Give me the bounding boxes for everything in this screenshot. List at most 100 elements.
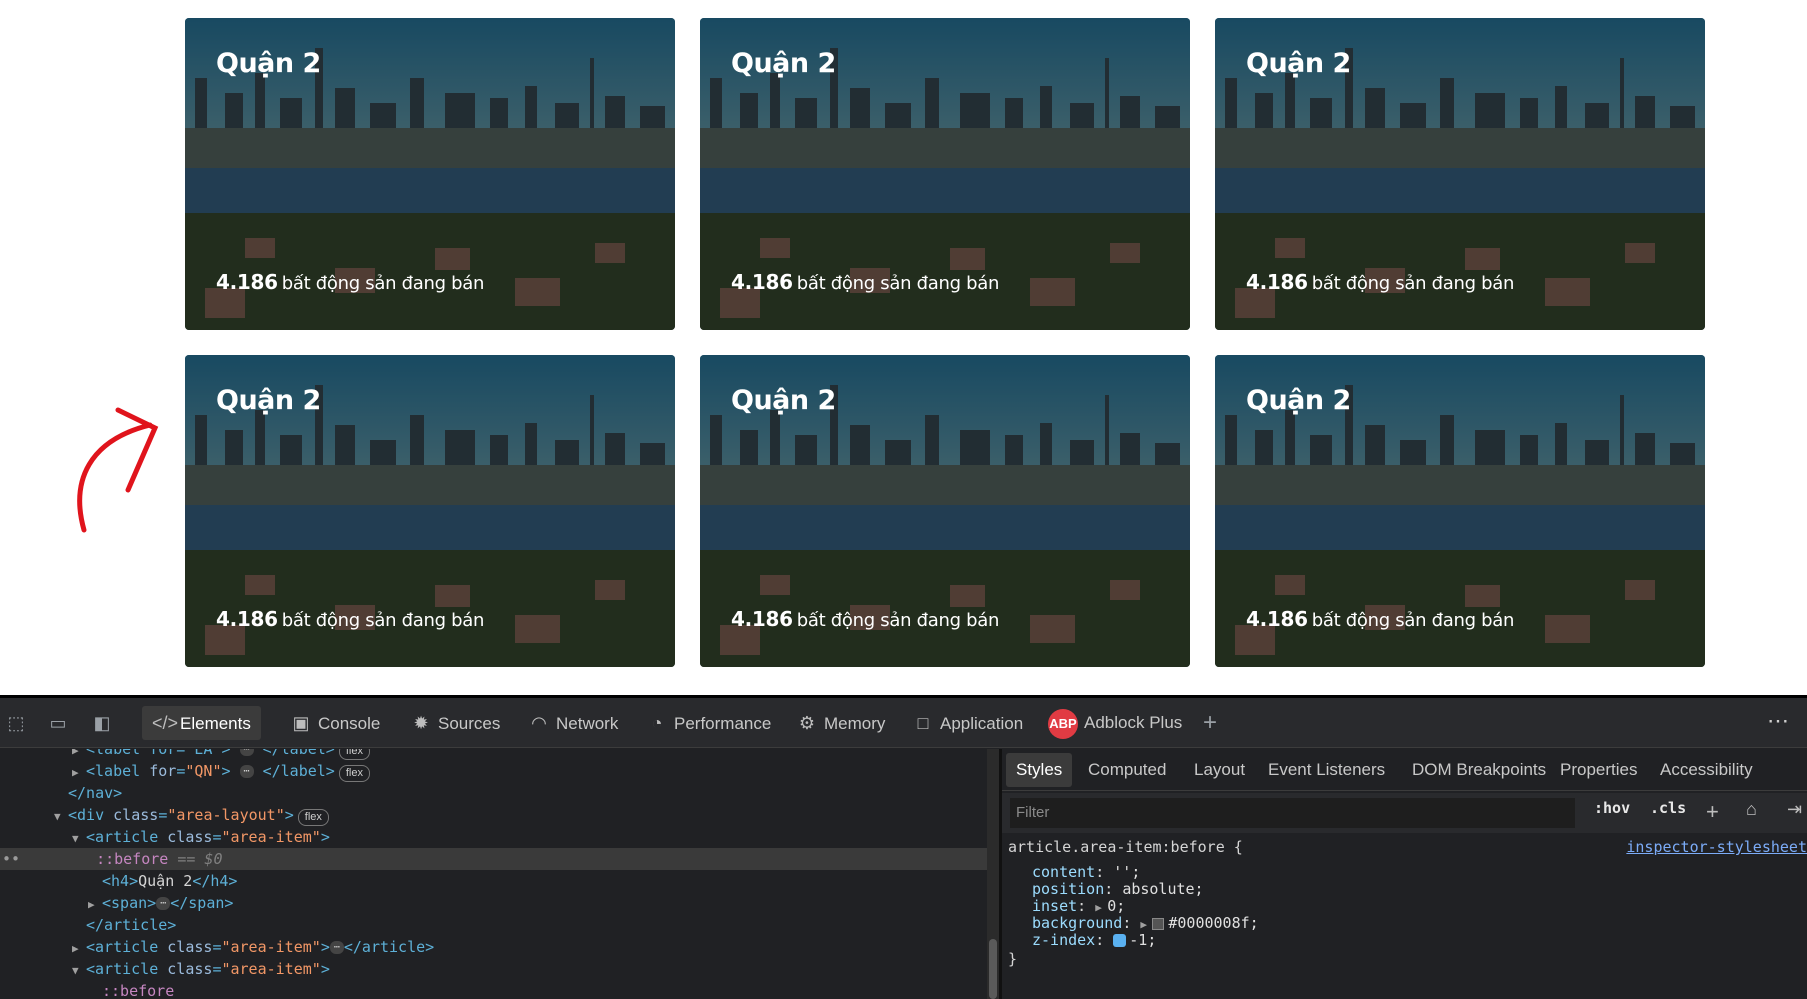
dom-node-article-close[interactable]: </article> (86, 914, 176, 936)
css-declaration[interactable]: z-index: -1; (1032, 931, 1156, 950)
console-icon: ▣ (292, 713, 310, 733)
dom-node-h4[interactable]: <h4>Quận 2</h4> (102, 870, 237, 892)
dom-tag-text: </article> (343, 938, 435, 956)
attr-value: area-item (230, 960, 312, 978)
attr-value: area-layout (176, 806, 276, 824)
tab-elements[interactable]: </> Elements (142, 706, 261, 740)
listing-count-number: 4.186 (731, 607, 793, 631)
tab-label: Sources (438, 714, 501, 733)
tab-label: Elements (180, 714, 251, 733)
pseudo-element-text: ::before (102, 982, 175, 999)
css-value: ''; (1113, 863, 1141, 881)
devtools-panel: ⬚ ▭ ◧ </> Elements ▣ Console ✹ Sources ◠ Net… (0, 695, 1807, 999)
listing-count-number: 4.186 (216, 270, 278, 294)
listing-count-number: 4.186 (731, 270, 793, 294)
stacking-context-icon[interactable] (1113, 934, 1127, 947)
card-title: Quận 2 (1246, 48, 1351, 79)
area-item-card[interactable]: Quận 2 4.186 bất động sản đang bán (1215, 355, 1705, 667)
stylesheet-source-link[interactable]: inspector-stylesheet (1626, 838, 1807, 856)
subtab-properties[interactable]: Properties (1550, 753, 1647, 787)
hov-toggle-button[interactable]: :hov (1594, 799, 1630, 817)
subtab-styles[interactable]: Styles (1006, 753, 1073, 787)
dock-side-icon[interactable]: ◧ (90, 711, 114, 735)
new-style-rule-plus-icon[interactable]: + (1706, 799, 1719, 825)
attr-value: area-item (230, 828, 312, 846)
tab-application[interactable]: □ Application (902, 706, 1033, 740)
dom-node-label-qn[interactable]: ▶ <label for="QN"> ⋯ </label> flex (72, 760, 370, 782)
dom-node-area-layout[interactable]: ▼ <div class="area-layout"> flex (54, 804, 329, 826)
sidebar-toggle-icon[interactable]: ⇥ (1787, 799, 1802, 820)
flex-badge[interactable]: flex (338, 749, 370, 760)
tab-label: Console (318, 714, 381, 733)
tab-network[interactable]: ◠ Network (518, 706, 628, 740)
dom-node-article-2[interactable]: ▶ <article class="area-item"> ⋯ </article> (72, 936, 434, 958)
flex-badge[interactable]: flex (297, 809, 329, 826)
more-options-icon[interactable]: ⋯ (1767, 708, 1789, 734)
cls-toggle-button[interactable]: .cls (1650, 799, 1686, 817)
listing-count-label: bất động sản đang bán (796, 273, 1000, 294)
dom-node-before-selected[interactable]: ••::before == $0 (0, 848, 987, 870)
dom-node-article-3[interactable]: ▼ <article class="area-item"> (72, 958, 330, 980)
pseudo-element-text: ::before (96, 850, 169, 868)
card-listing-count: 4.186 bất động sản đang bán (1246, 270, 1514, 294)
listing-count-number: 4.186 (216, 607, 278, 631)
tab-label: Performance (674, 714, 772, 733)
area-item-card[interactable]: Quận 2 4.186 bất động sản đang bán (700, 18, 1190, 330)
gauge-icon: ◔ (651, 713, 663, 733)
color-swatch-icon[interactable] (1152, 917, 1165, 930)
css-prop: inset (1032, 897, 1078, 915)
area-item-card[interactable]: Quận 2 4.186 bất động sản đang bán (185, 355, 675, 667)
dom-node-nav-close[interactable]: </nav> (68, 782, 122, 804)
listing-count-number: 4.186 (1246, 607, 1308, 631)
tab-memory[interactable]: ⚙ Memory (786, 706, 895, 740)
add-tab-plus-icon[interactable]: + (1198, 711, 1222, 735)
tab-adblock-plus[interactable]: ABP Adblock Plus (1038, 706, 1192, 740)
dom-tag-text: </nav> (68, 784, 123, 802)
card-listing-count: 4.186 bất động sản đang bán (216, 607, 484, 631)
elements-dom-tree: ▶ <label for="EA"> ⋯ </label> flex ▶ <label… (0, 749, 987, 999)
tab-console[interactable]: ▣ Console (280, 706, 390, 740)
dom-node-before-2[interactable]: ::before (102, 980, 174, 999)
h4-text: Quận 2 (138, 872, 193, 890)
flex-badge[interactable]: flex (338, 765, 370, 782)
subtab-accessibility[interactable]: Accessibility (1650, 753, 1763, 787)
paint-brush-icon[interactable]: ⌂ (1746, 799, 1757, 820)
subtab-event-listeners[interactable]: Event Listeners (1258, 753, 1395, 787)
area-item-card[interactable]: Quận 2 4.186 bất động sản đang bán (700, 355, 1190, 667)
tab-performance[interactable]: ◔ Performance (636, 706, 781, 740)
css-rule-block: article.area-item:before { inspector-sty… (1002, 835, 1807, 999)
styles-filter-input[interactable]: Filter (1010, 798, 1575, 828)
bug-icon: ✹ (413, 713, 429, 733)
card-title: Quận 2 (731, 385, 836, 416)
inspect-element-icon[interactable]: ⬚ (4, 711, 28, 735)
styles-pane: Styles Computed Layout Event Listeners D… (1002, 749, 1807, 999)
subtab-dom-breakpoints[interactable]: DOM Breakpoints (1402, 753, 1556, 787)
tab-sources[interactable]: ✹ Sources (400, 706, 510, 740)
dom-node-span[interactable]: ▶ <span> ⋯ </span> (88, 892, 233, 914)
css-value: 0; (1107, 897, 1126, 915)
dom-tag-text: </article> (86, 916, 177, 934)
listing-count-label: bất động sản đang bán (1311, 273, 1515, 294)
listing-count-label: bất động sản đang bán (1311, 610, 1515, 631)
tab-label: Network (556, 714, 619, 733)
css-value: -1; (1129, 931, 1157, 949)
css-selector[interactable]: article.area-item:before { (1008, 838, 1243, 857)
card-listing-count: 4.186 bất động sản đang bán (1246, 607, 1514, 631)
card-listing-count: 4.186 bất động sản đang bán (731, 607, 999, 631)
tab-label: Memory (824, 714, 886, 733)
dom-scrollbar[interactable] (987, 749, 999, 999)
device-toolbar-icon[interactable]: ▭ (46, 711, 70, 735)
area-item-card[interactable]: Quận 2 4.186 bất động sản đang bán (1215, 18, 1705, 330)
dom-node-article-1[interactable]: ▼ <article class="area-item"> (72, 826, 330, 848)
subtab-computed[interactable]: Computed (1078, 753, 1176, 787)
card-title: Quận 2 (1246, 385, 1351, 416)
tab-label: Adblock Plus (1084, 713, 1183, 732)
dom-node-label-ea[interactable]: ▶ <label for="EA"> ⋯ </label> flex (72, 749, 370, 760)
listing-count-label: bất động sản đang bán (281, 610, 485, 631)
listing-count-label: bất động sản đang bán (281, 273, 485, 294)
area-item-card[interactable]: Quận 2 4.186 bất động sản đang bán (185, 18, 675, 330)
scrollbar-thumb[interactable] (989, 939, 997, 999)
styles-subtabs: Styles Computed Layout Event Listeners D… (1002, 749, 1807, 791)
subtab-layout[interactable]: Layout (1184, 753, 1255, 787)
card-title: Quận 2 (216, 385, 321, 416)
